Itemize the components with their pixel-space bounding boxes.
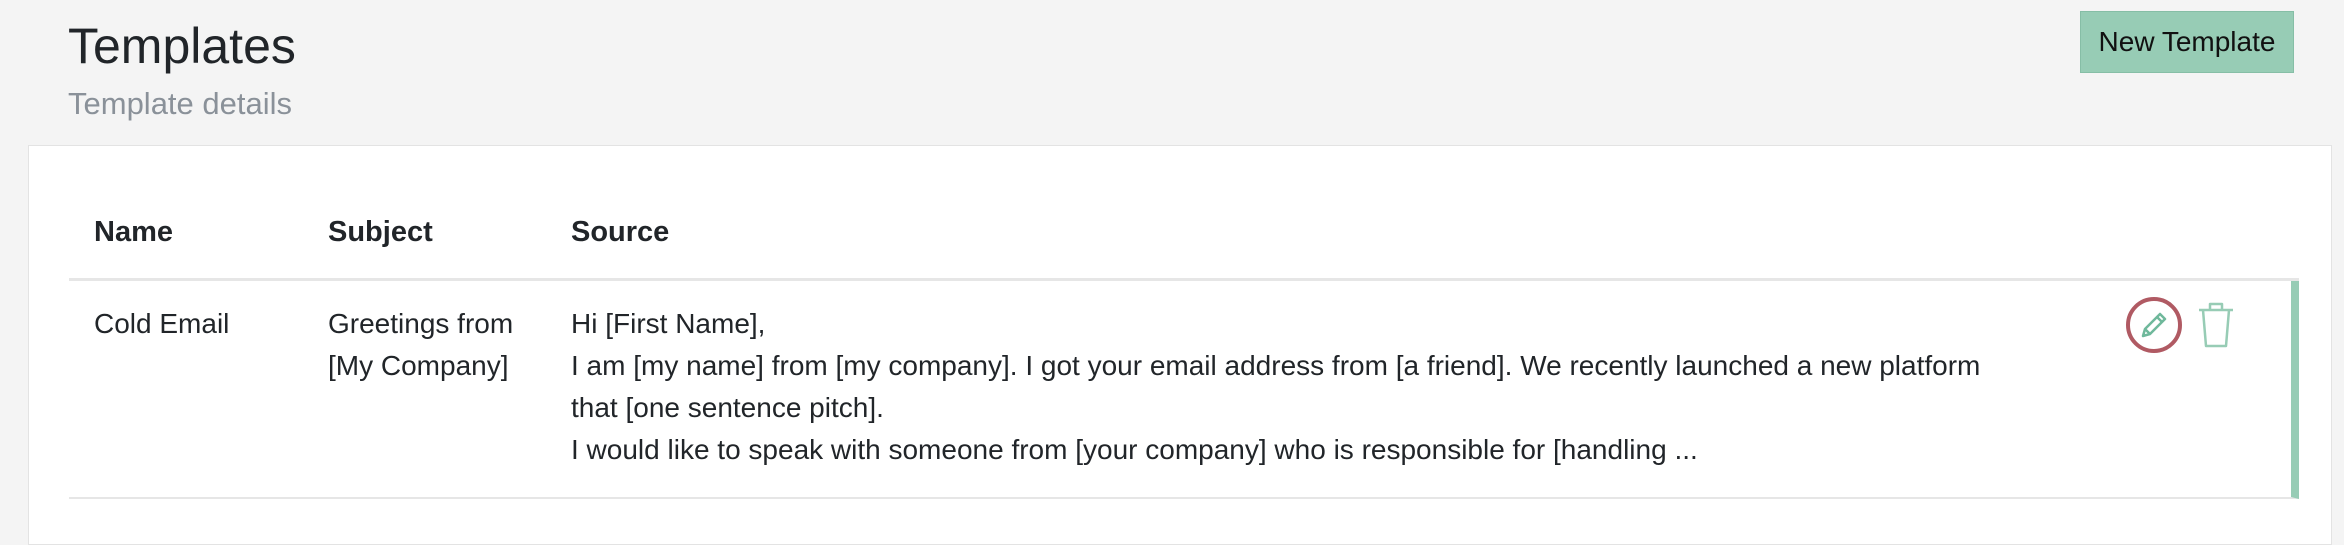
page-header: Templates Template details bbox=[68, 14, 296, 124]
source-line: Hi [First Name], bbox=[571, 308, 766, 339]
table-header: Name Subject Source bbox=[69, 146, 2299, 281]
pencil-icon bbox=[2141, 312, 2167, 338]
source-line: I would like to speak with someone from … bbox=[571, 434, 1698, 465]
page-title: Templates bbox=[68, 18, 296, 74]
subject-line: Greetings from bbox=[328, 308, 514, 339]
trash-icon bbox=[2199, 302, 2233, 348]
new-template-button[interactable]: New Template bbox=[2080, 11, 2294, 73]
page-subtitle: Template details bbox=[68, 86, 293, 121]
template-source: Hi [First Name], I am [my name] from [my… bbox=[571, 303, 2041, 471]
column-header-source: Source bbox=[571, 216, 670, 248]
templates-table: Name Subject Source Cold Email Greetings… bbox=[69, 146, 2299, 499]
subject-line: [My Company] bbox=[328, 350, 509, 381]
source-line: I am [my name] from [my company]. I got … bbox=[571, 350, 1981, 381]
column-header-subject: Subject bbox=[328, 216, 433, 248]
column-header-name: Name bbox=[94, 216, 173, 248]
template-subject: Greetings from [My Company] bbox=[328, 303, 548, 387]
table-row: Cold Email Greetings from [My Company] H… bbox=[69, 281, 2299, 499]
source-line: that [one sentence pitch]. bbox=[571, 392, 884, 423]
edit-template-button[interactable] bbox=[2126, 297, 2182, 353]
templates-card: Name Subject Source Cold Email Greetings… bbox=[28, 145, 2332, 545]
delete-template-button[interactable] bbox=[2197, 301, 2235, 349]
template-name: Cold Email bbox=[94, 308, 230, 339]
